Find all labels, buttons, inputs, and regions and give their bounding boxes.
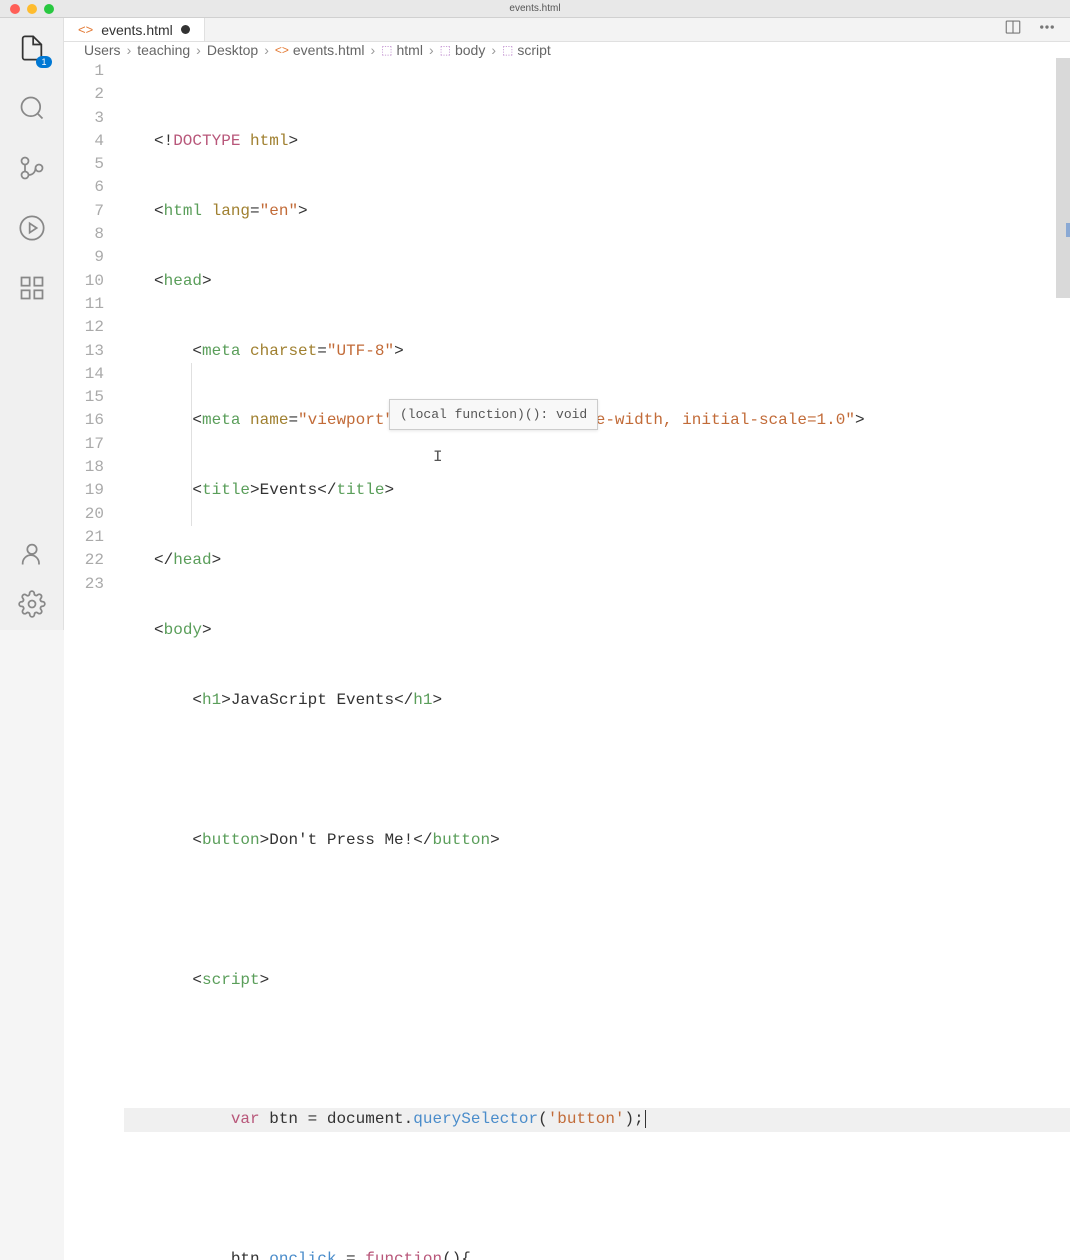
close-window-button[interactable]	[10, 4, 20, 14]
code-line: <title>Events</title>	[124, 479, 1070, 502]
minimize-window-button[interactable]	[27, 4, 37, 14]
line-number: 5	[64, 153, 104, 176]
line-number: 4	[64, 130, 104, 153]
code-line: <!DOCTYPE html>	[124, 130, 1070, 153]
symbol-icon: ⬚	[381, 43, 392, 57]
line-number: 23	[64, 573, 104, 596]
breadcrumb-file[interactable]: <> events.html	[275, 42, 365, 58]
line-number: 17	[64, 433, 104, 456]
code-line	[124, 1038, 1070, 1061]
ibeam-cursor-icon: I	[433, 446, 434, 462]
tab-events-html[interactable]: <> events.html	[64, 18, 205, 41]
code-line-active: var btn = document.querySelector('button…	[124, 1108, 1070, 1131]
debug-icon[interactable]	[16, 212, 48, 244]
minimap-marker	[1066, 223, 1070, 237]
line-number: 10	[64, 270, 104, 293]
search-icon[interactable]	[16, 92, 48, 124]
breadcrumb-symbol-body[interactable]: ⬚ body	[440, 42, 486, 58]
breadcrumb[interactable]: Users › teaching › Desktop › <> events.h…	[64, 42, 1070, 58]
line-number: 8	[64, 223, 104, 246]
explorer-badge: 1	[36, 56, 51, 68]
line-number: 19	[64, 479, 104, 502]
breadcrumb-users[interactable]: Users	[84, 42, 121, 58]
line-number: 3	[64, 107, 104, 130]
line-number: 18	[64, 456, 104, 479]
code-line: <script>	[124, 969, 1070, 992]
window-controls	[10, 4, 54, 14]
settings-gear-icon[interactable]	[16, 588, 48, 620]
code-editor[interactable]: 1234567891011121314151617181920212223 <!…	[64, 58, 1070, 1260]
line-number: 9	[64, 246, 104, 269]
explorer-icon[interactable]: 1	[16, 32, 48, 64]
html-file-icon: <>	[78, 22, 93, 37]
tab-filename: events.html	[101, 22, 173, 38]
code-line: <button>Don't Press Me!</button>	[124, 829, 1070, 852]
code-content[interactable]: <!DOCTYPE html> <html lang="en"> <head> …	[124, 58, 1070, 1260]
chevron-right-icon: ›	[370, 42, 375, 58]
line-number: 20	[64, 503, 104, 526]
code-line: <h1>JavaScript Events</h1>	[124, 689, 1070, 712]
editor-area: <> events.html Users › teaching › Deskto…	[64, 18, 1070, 630]
code-line	[124, 899, 1070, 922]
chevron-right-icon: ›	[429, 42, 434, 58]
account-icon[interactable]	[16, 538, 48, 570]
symbol-icon: ⬚	[440, 43, 451, 57]
hover-tooltip: (local function)(): void	[389, 399, 598, 430]
breadcrumb-symbol-html[interactable]: ⬚ html	[381, 42, 423, 58]
line-number: 2	[64, 83, 104, 106]
source-control-icon[interactable]	[16, 152, 48, 184]
breadcrumb-symbol-script[interactable]: ⬚ script	[502, 42, 551, 58]
html-file-icon: <>	[275, 43, 289, 57]
code-line: <head>	[124, 270, 1070, 293]
line-number: 14	[64, 363, 104, 386]
activity-bar: 1	[0, 18, 64, 630]
code-line	[124, 759, 1070, 782]
split-editor-icon[interactable]	[1004, 18, 1022, 41]
code-line	[124, 1178, 1070, 1201]
tab-bar: <> events.html	[64, 18, 1070, 42]
chevron-right-icon: ›	[196, 42, 201, 58]
code-line: <html lang="en">	[124, 200, 1070, 223]
line-number: 11	[64, 293, 104, 316]
extensions-icon[interactable]	[16, 272, 48, 304]
code-line: </head>	[124, 549, 1070, 572]
line-number: 7	[64, 200, 104, 223]
line-number: 12	[64, 316, 104, 339]
line-number: 6	[64, 176, 104, 199]
more-actions-icon[interactable]	[1038, 18, 1056, 41]
chevron-right-icon: ›	[491, 42, 496, 58]
chevron-right-icon: ›	[264, 42, 269, 58]
symbol-icon: ⬚	[502, 43, 513, 57]
line-number: 16	[64, 409, 104, 432]
maximize-window-button[interactable]	[44, 4, 54, 14]
breadcrumb-desktop[interactable]: Desktop	[207, 42, 258, 58]
scrollbar-thumb[interactable]	[1056, 58, 1070, 298]
text-cursor	[645, 1110, 646, 1128]
breadcrumb-teaching[interactable]: teaching	[137, 42, 190, 58]
line-number: 21	[64, 526, 104, 549]
code-line: btn.onclick = function(){	[124, 1248, 1070, 1260]
line-number: 13	[64, 340, 104, 363]
scrollbar[interactable]	[1056, 58, 1070, 1260]
line-number: 22	[64, 549, 104, 572]
code-line: <meta charset="UTF-8">	[124, 340, 1070, 363]
code-line: <body>	[124, 619, 1070, 642]
chevron-right-icon: ›	[127, 42, 132, 58]
line-number: 15	[64, 386, 104, 409]
titlebar: events.html	[0, 0, 1070, 18]
window-title: events.html	[509, 3, 560, 14]
line-number-gutter: 1234567891011121314151617181920212223	[64, 58, 124, 1260]
line-number: 1	[64, 60, 104, 83]
unsaved-indicator-icon	[181, 25, 190, 34]
